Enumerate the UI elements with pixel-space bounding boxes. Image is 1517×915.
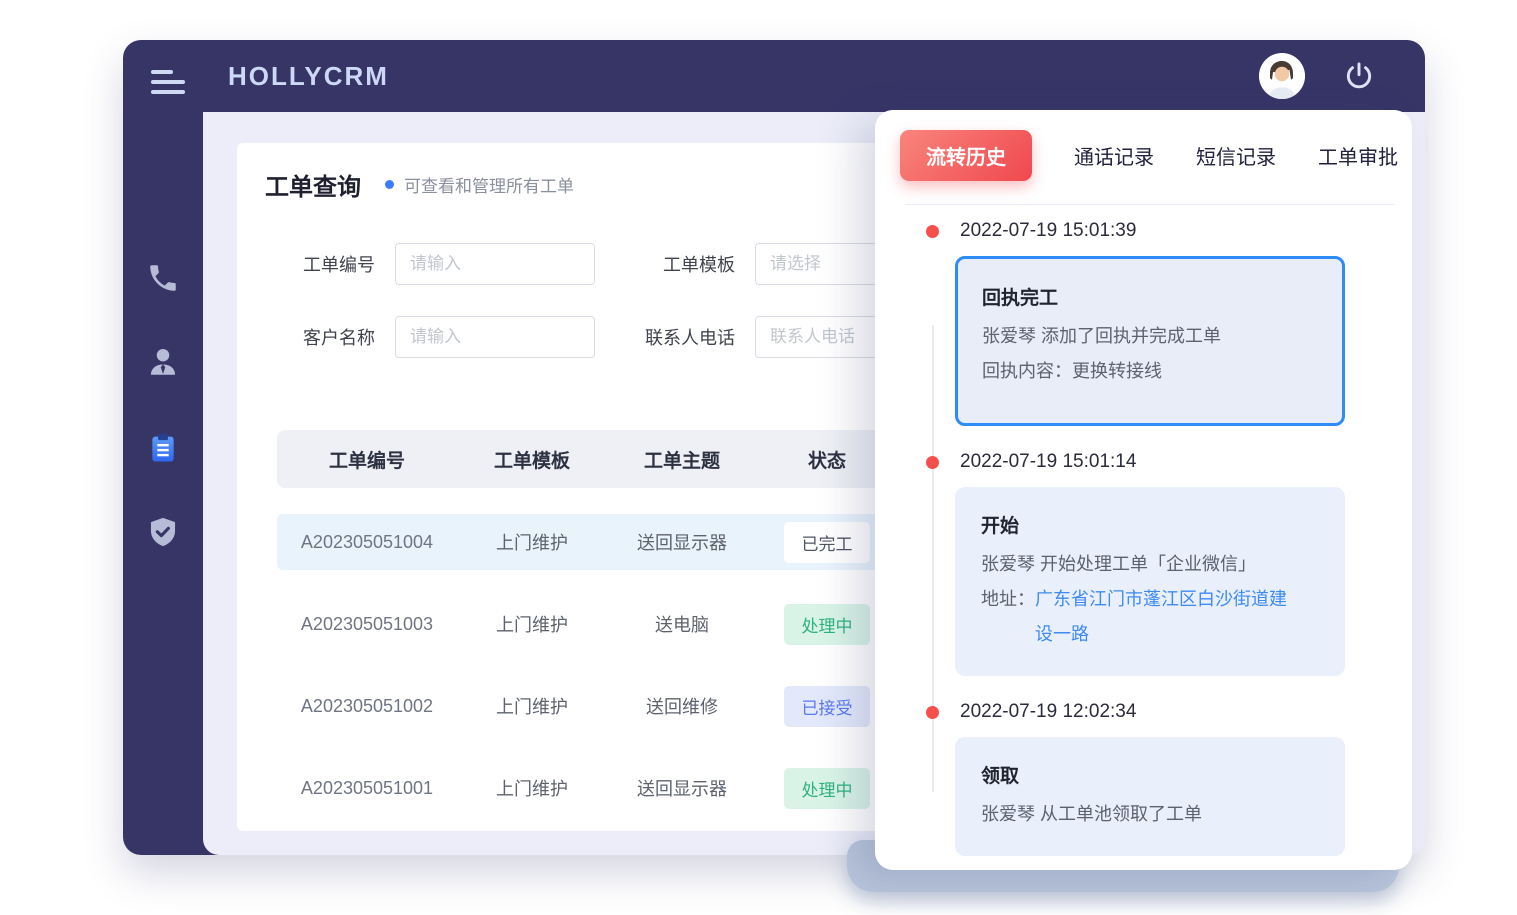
col-header-order-id: 工单编号 (277, 446, 457, 473)
timeline-card-receipt-complete[interactable]: 回执完工 张爱琴 添加了回执并完成工单 回执内容：更换转接线 (955, 256, 1345, 426)
timeline-timestamp: 2022-07-19 15:01:39 (960, 219, 1412, 243)
workorder-detail-panel: 流转历史 通话记录 短信记录 工单审批 2022-07-19 15:01:39 … (875, 110, 1412, 870)
filter-label-customer: 客户名称 (283, 324, 375, 350)
timeline-dot-icon (926, 706, 939, 719)
timeline-timestamp: 2022-07-19 15:01:14 (960, 450, 1412, 474)
page-subtitle: 可查看和管理所有工单 (404, 172, 574, 197)
user-avatar[interactable] (1259, 53, 1305, 99)
status-badge: 已完工 (784, 522, 870, 563)
page-title-row: 工单查询 可查看和管理所有工单 (265, 167, 574, 202)
sidebar-item-calls[interactable] (123, 261, 203, 295)
tab-approval[interactable]: 工单审批 (1318, 141, 1398, 170)
avatar-photo-icon (1259, 53, 1305, 99)
subtitle-dot-icon (385, 180, 394, 189)
timeline-entry: 2022-07-19 15:01:39 回执完工 张爱琴 添加了回执并完成工单 … (955, 219, 1412, 426)
detail-tabs: 流转历史 通话记录 短信记录 工单审批 (875, 110, 1412, 181)
col-header-subject: 工单主题 (607, 446, 757, 473)
tab-call-records[interactable]: 通话记录 (1074, 141, 1154, 170)
timeline-connector-line (932, 325, 934, 792)
filter-label-template: 工单模板 (623, 251, 735, 277)
phone-icon (146, 261, 180, 295)
tab-circulation-history[interactable]: 流转历史 (900, 130, 1032, 181)
timeline-card-claim[interactable]: 领取 张爱琴 从工单池领取了工单 (955, 737, 1345, 856)
filter-label-contact-phone: 联系人电话 (623, 324, 735, 350)
col-header-template: 工单模板 (457, 446, 607, 473)
address-link[interactable]: 广东省江门市蓬江区白沙街道建设一路 (1035, 582, 1287, 652)
clipboard-icon (146, 431, 180, 465)
page: HOLLYCRM (0, 0, 1517, 915)
app-logo-text: HOLLYCRM (228, 61, 389, 92)
sidebar-item-customers[interactable] (123, 345, 203, 379)
circulation-timeline: 2022-07-19 15:01:39 回执完工 张爱琴 添加了回执并完成工单 … (875, 205, 1412, 856)
timeline-timestamp: 2022-07-19 12:02:34 (960, 700, 1412, 724)
page-title: 工单查询 (265, 167, 361, 202)
status-badge: 已接受 (784, 686, 870, 727)
sidebar-item-workorders[interactable] (123, 431, 203, 465)
timeline-card-start[interactable]: 开始 张爱琴 开始处理工单「企业微信」 地址： 广东省江门市蓬江区白沙街道建设一… (955, 487, 1345, 676)
filter-label-order-id: 工单编号 (283, 251, 375, 277)
shield-check-icon (146, 515, 180, 549)
hamburger-menu-icon[interactable] (151, 70, 185, 100)
timeline-dot-icon (926, 225, 939, 238)
order-id-input[interactable] (395, 243, 595, 285)
sidebar-item-quality[interactable] (123, 515, 203, 549)
customer-name-input[interactable] (395, 316, 595, 358)
tab-sms-records[interactable]: 短信记录 (1196, 141, 1276, 170)
timeline-entry: 2022-07-19 12:02:34 领取 张爱琴 从工单池领取了工单 (955, 700, 1412, 856)
user-icon (146, 345, 180, 379)
address-label: 地址： (981, 582, 1035, 652)
timeline-entry: 2022-07-19 15:01:14 开始 张爱琴 开始处理工单「企业微信」 … (955, 450, 1412, 676)
status-badge: 处理中 (784, 604, 870, 645)
power-logout-icon[interactable] (1343, 60, 1375, 92)
status-badge: 处理中 (784, 768, 870, 809)
timeline-dot-icon (926, 456, 939, 469)
